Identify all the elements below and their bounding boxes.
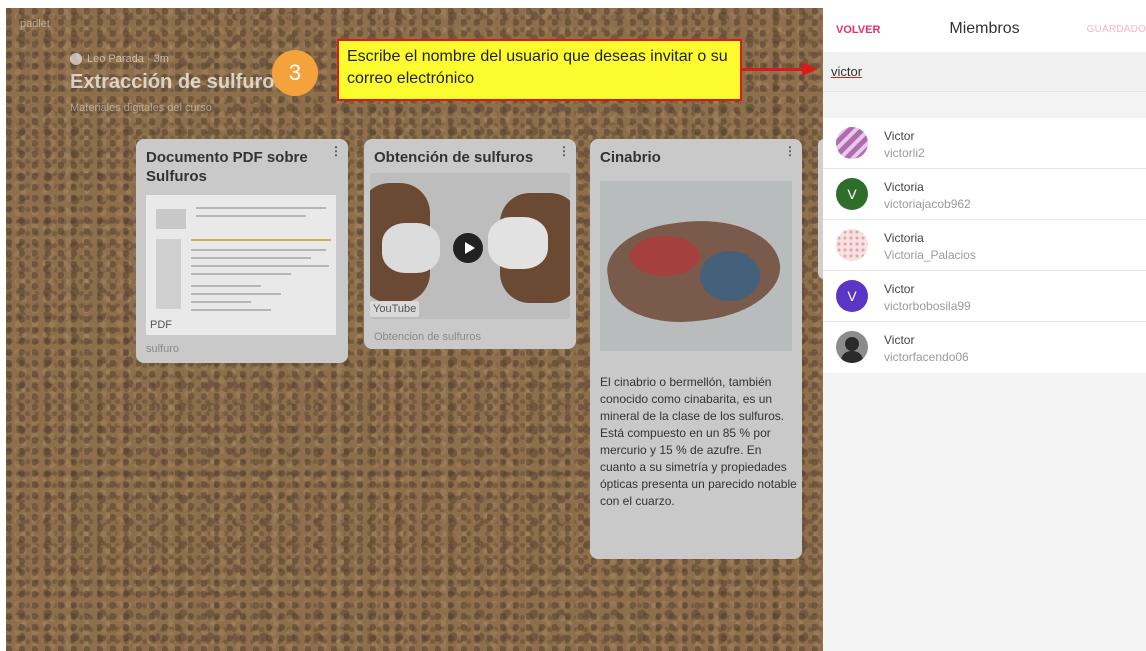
post-title: Cinabrio [600, 149, 661, 166]
arrow-head-icon [802, 62, 818, 76]
member-username: victoriajacob962 [884, 197, 971, 211]
board-title: Extracción de sulfuros [70, 71, 286, 93]
post-title: Documento PDF sobre Sulfuros [146, 149, 308, 185]
post-title: Obtención de sulfuros [374, 149, 534, 166]
pdf-thumbnail[interactable] [146, 195, 336, 335]
padlet-logo: padlet [20, 18, 50, 30]
padlet-board: padlet Leo Parada · 3m Extracción de sul… [6, 8, 823, 651]
post-card-pdf[interactable]: ⋮ Documento PDF sobre Sulfuros PDF sulfu… [136, 139, 348, 363]
step-number-badge: 3 [272, 50, 318, 96]
post-card-cinabrio[interactable]: ⋮ Cinabrio El cinabrio o bermellón, tamb… [590, 139, 802, 559]
saved-button[interactable]: GUARDADO [1087, 24, 1146, 35]
instruction-callout: Escribe el nombre del usuario que deseas… [337, 39, 742, 101]
member-results-list: Victor victorli2 V Victoria victoriajaco… [823, 118, 1146, 373]
members-panel: VOLVER Miembros GUARDADO Victor victorli… [823, 0, 1146, 651]
member-name: Victoria [884, 180, 924, 194]
more-options-icon[interactable]: ⋮ [784, 145, 796, 157]
file-type-badge: PDF [148, 319, 174, 331]
avatar: V [836, 280, 868, 312]
member-username: victorbobosila99 [884, 299, 971, 313]
foil-image [382, 223, 440, 273]
member-result[interactable]: V Victor victorbobosila99 [823, 271, 1146, 322]
member-result[interactable]: Victor victorfacendo06 [823, 322, 1146, 373]
post-caption: Obtencion de sulfuros [374, 331, 482, 343]
avatar: V [836, 178, 868, 210]
member-result[interactable]: Victor victorli2 [823, 118, 1146, 169]
avatar [836, 127, 868, 159]
video-thumbnail[interactable] [370, 173, 570, 319]
post-card-video[interactable]: ⋮ Obtención de sulfuros YouTube Obtencio… [364, 139, 576, 349]
member-name: Victoria [884, 231, 924, 245]
search-bar [823, 52, 1146, 92]
member-username: victorli2 [884, 146, 925, 160]
avatar [836, 331, 868, 363]
member-result[interactable]: V Victoria victoriajacob962 [823, 169, 1146, 220]
more-options-icon[interactable]: ⋮ [558, 145, 570, 157]
member-name: Victor [884, 333, 915, 347]
board-subtitle: Materiales digitales del curso [70, 102, 212, 114]
member-search-input[interactable] [831, 60, 1131, 82]
foil-image [488, 217, 548, 269]
member-username: victorfacendo06 [884, 350, 969, 364]
post-caption: sulfuro [146, 343, 180, 355]
panel-header: VOLVER Miembros GUARDADO [823, 0, 1146, 52]
avatar [836, 229, 868, 261]
member-result[interactable]: Victoria Victoria_Palacios [823, 220, 1146, 271]
play-icon[interactable] [453, 233, 483, 263]
post-body: El cinabrio o bermellón, también conocid… [600, 375, 797, 508]
mineral-image[interactable] [600, 181, 792, 351]
more-options-icon[interactable]: ⋮ [330, 145, 342, 157]
author-avatar [70, 53, 82, 65]
source-badge: YouTube [370, 301, 420, 317]
member-name: Victor [884, 129, 915, 143]
arrow-icon [742, 68, 804, 71]
member-name: Victor [884, 282, 915, 296]
author-label: Leo Parada · 3m [87, 53, 169, 65]
member-username: Victoria_Palacios [884, 248, 976, 262]
board-author: Leo Parada · 3m [70, 53, 169, 65]
